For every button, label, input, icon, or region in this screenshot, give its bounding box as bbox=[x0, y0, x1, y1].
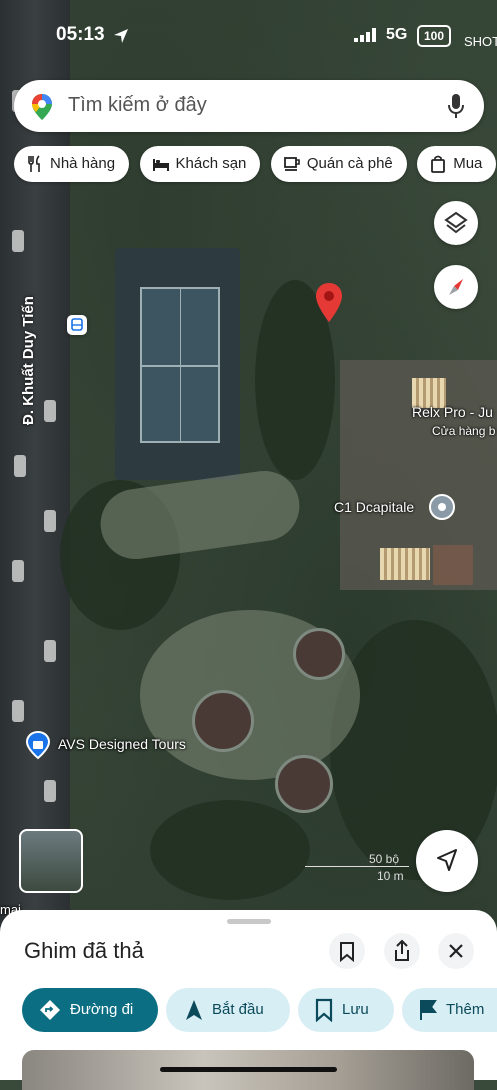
chip-label: Khách sạn bbox=[175, 155, 247, 172]
fork-knife-icon bbox=[28, 155, 40, 173]
share-button[interactable] bbox=[384, 933, 420, 969]
screenshot-label: SHOT bbox=[464, 34, 497, 49]
add-label-button[interactable]: Thêm bbox=[402, 988, 497, 1032]
navigate-button[interactable] bbox=[416, 830, 478, 892]
microphone-icon[interactable] bbox=[446, 93, 466, 119]
battery-icon: 100 bbox=[417, 25, 451, 47]
drag-handle[interactable] bbox=[227, 919, 271, 924]
close-icon bbox=[449, 944, 463, 958]
map-scale: 50 bộ 10 m bbox=[305, 852, 409, 883]
signal-icon bbox=[354, 28, 376, 42]
bookmark-button[interactable] bbox=[329, 933, 365, 969]
clock: 05:13 bbox=[56, 24, 105, 45]
directions-icon bbox=[40, 1000, 60, 1021]
car bbox=[44, 400, 56, 422]
chip-label: Quán cà phê bbox=[306, 155, 393, 172]
chip-label: Mua bbox=[453, 155, 483, 172]
navigation-arrow-icon bbox=[437, 849, 457, 871]
layers-icon bbox=[444, 211, 468, 234]
place-label-c1-dcapitale[interactable]: C1 Dcapitale bbox=[334, 499, 414, 515]
street-label: Đ. Khuất Duy Tiến bbox=[20, 296, 37, 425]
category-chips: Nhà hàng Khách sạn Quán cà phê Mua bbox=[14, 146, 497, 186]
round-plaza bbox=[192, 690, 254, 752]
save-button[interactable]: Lưu bbox=[298, 988, 394, 1032]
place-sheet: Ghim đã thả Đường đi Bắt đầu Lưu Thêm bbox=[0, 910, 497, 1090]
chip-shopping[interactable]: Mua bbox=[417, 146, 497, 182]
round-plaza bbox=[275, 755, 333, 813]
building-lights bbox=[380, 548, 430, 580]
compass-button[interactable] bbox=[434, 265, 478, 309]
car bbox=[12, 700, 24, 722]
compass-icon bbox=[449, 279, 463, 295]
bookmark-icon bbox=[315, 998, 333, 1023]
round-plaza bbox=[293, 628, 345, 680]
search-input[interactable]: Tìm kiếm ở đây bbox=[68, 94, 207, 117]
tour-pin-icon[interactable] bbox=[24, 730, 52, 765]
car bbox=[12, 560, 24, 582]
bookmark-icon bbox=[340, 942, 354, 963]
place-label-avs[interactable]: AVS Designed Tours bbox=[58, 736, 186, 752]
close-button[interactable] bbox=[438, 933, 474, 969]
street-view-thumbnail[interactable] bbox=[19, 829, 83, 893]
coffee-icon bbox=[283, 157, 300, 171]
home-indicator[interactable] bbox=[160, 1067, 337, 1072]
place-pin-icon[interactable] bbox=[428, 493, 456, 526]
chip-restaurants[interactable]: Nhà hàng bbox=[14, 146, 130, 182]
tennis-court bbox=[140, 287, 220, 443]
sheet-title: Ghim đã thả bbox=[24, 938, 144, 963]
car bbox=[12, 230, 24, 252]
directions-label: Đường đi bbox=[70, 1001, 134, 1018]
navigation-arrow-icon bbox=[186, 1000, 202, 1021]
maps-logo-icon bbox=[32, 94, 52, 120]
dropped-pin-icon[interactable] bbox=[314, 282, 344, 329]
flag-icon bbox=[420, 1000, 438, 1021]
start-button[interactable]: Bắt đầu bbox=[166, 988, 290, 1032]
search-bar[interactable]: Tìm kiếm ở đây bbox=[14, 80, 484, 132]
directions-button[interactable]: Đường đi bbox=[22, 988, 158, 1032]
status-bar: 05:13 5G 100 SHOT bbox=[0, 24, 497, 52]
trees bbox=[150, 800, 310, 900]
chip-hotels[interactable]: Khách sạn bbox=[139, 146, 261, 182]
place-subtitle-relx: Cửa hàng b bbox=[432, 424, 496, 438]
scale-feet: 50 bộ bbox=[305, 852, 409, 867]
car bbox=[44, 510, 56, 532]
network-type: 5G bbox=[386, 26, 408, 43]
car bbox=[44, 640, 56, 662]
shopping-bag-icon bbox=[431, 155, 446, 173]
place-label-relx[interactable]: Relx Pro - Ju bbox=[412, 404, 493, 420]
save-label: Lưu bbox=[342, 1001, 369, 1018]
scale-meters: 10 m bbox=[377, 869, 404, 883]
location-arrow-icon bbox=[114, 29, 128, 43]
bus-stop-icon[interactable] bbox=[67, 315, 87, 335]
car bbox=[44, 780, 56, 802]
car bbox=[14, 455, 26, 477]
start-label: Bắt đầu bbox=[212, 1001, 264, 1018]
building bbox=[433, 545, 473, 585]
add-label: Thêm bbox=[446, 1001, 485, 1018]
chip-label: Nhà hàng bbox=[50, 155, 116, 172]
layers-button[interactable] bbox=[434, 201, 478, 245]
chip-coffee[interactable]: Quán cà phê bbox=[270, 146, 407, 182]
bed-icon bbox=[152, 159, 169, 172]
share-icon bbox=[395, 939, 409, 961]
